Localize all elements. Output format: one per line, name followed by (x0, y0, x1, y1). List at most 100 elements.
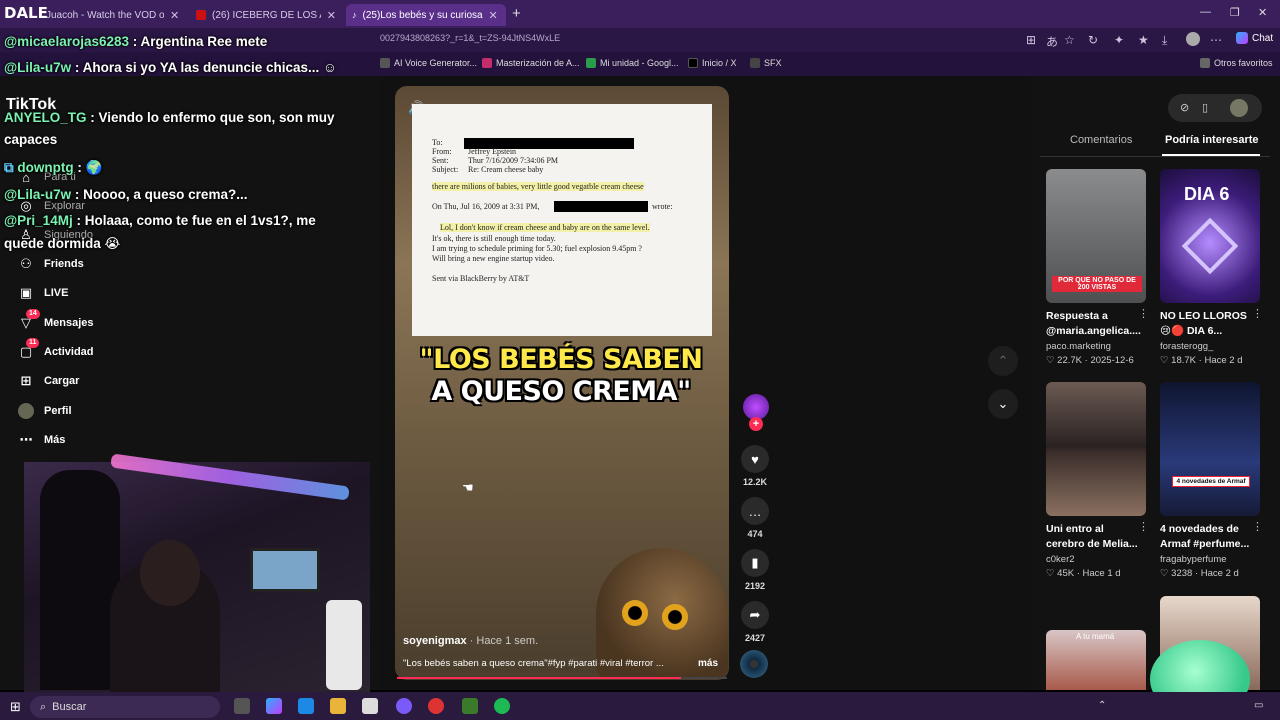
phone-icon[interactable]: ▯ (1202, 101, 1208, 114)
card-author[interactable]: c0ker2 (1046, 554, 1075, 565)
avatar[interactable] (1230, 99, 1248, 117)
card-title-line2[interactable]: cerebro de Melia... (1046, 537, 1146, 552)
activity-badge: 11 (26, 338, 40, 348)
chat-message: @Lila-u7w : Ahora si yo YA las denuncie … (4, 60, 337, 75)
nav-profile[interactable]: Perfil (18, 403, 72, 419)
card-title-line2[interactable]: Armaf #perfume... (1160, 537, 1260, 552)
nav-more[interactable]: ⋯ Más (18, 432, 66, 447)
obs-icon[interactable] (428, 698, 444, 714)
bookmark-x[interactable]: Inicio / X (688, 58, 737, 68)
copilot-icon[interactable] (266, 698, 282, 714)
follow-plus-icon[interactable]: + (749, 417, 763, 431)
bookmark-masterizacion[interactable]: Masterización de A... (482, 58, 580, 68)
tab-title: Juacoh - Watch the VOD on Kick (46, 9, 164, 21)
owl-eye (622, 600, 648, 626)
share-action[interactable]: ➦ 2427 (740, 601, 770, 643)
next-video-button[interactable]: ⌄ (988, 389, 1018, 419)
card-more-icon[interactable]: ⋮ (1252, 520, 1263, 533)
extensions-icon[interactable]: ✦ (1114, 33, 1124, 47)
emote-icon: ⧉ (4, 160, 14, 175)
translate-icon[interactable]: あ (1046, 33, 1058, 50)
close-tab-icon[interactable]: ✕ (327, 9, 336, 22)
tools-icon[interactable]: ⊘ (1180, 101, 1189, 114)
taskbar-search[interactable]: ⌕ Buscar (30, 696, 220, 718)
google-drive-icon (586, 58, 596, 68)
save-action[interactable]: ▮ 2192 (740, 549, 770, 591)
emoji-icon: ☺ (323, 60, 337, 75)
new-tab-button[interactable]: + (512, 5, 521, 22)
browser-tab-tiktok[interactable]: ♪ (25)Los bebés y su curiosa conexi ✕ (346, 4, 506, 26)
browser-tab-kick[interactable]: Juacoh - Watch the VOD on Kick ✕ (40, 4, 186, 26)
card-title[interactable]: NO LEO LLOROS (1160, 309, 1260, 324)
card-more-icon[interactable]: ⋮ (1138, 307, 1149, 320)
download-icon[interactable]: ⤓ (1162, 33, 1167, 48)
minimize-icon[interactable]: — (1200, 6, 1211, 18)
spotify-icon[interactable] (494, 698, 510, 714)
card-title[interactable]: Respuesta a (1046, 309, 1146, 324)
bookmark-icon[interactable]: ▮ (741, 549, 769, 577)
tray-chevron-icon[interactable]: ⌃ (1098, 700, 1106, 711)
comment-count: 474 (747, 529, 763, 539)
restore-icon[interactable]: ❐ (1230, 6, 1240, 19)
nav-live[interactable]: ▣ LIVE (18, 285, 69, 300)
card-more-icon[interactable]: ⋮ (1138, 520, 1149, 533)
profile-avatar[interactable] (1186, 32, 1200, 46)
card-title-line2[interactable]: @maria.angelica.... (1046, 324, 1146, 339)
chat-user: ANYELO_TG (4, 110, 87, 125)
card-more-icon[interactable]: ⋮ (1252, 307, 1263, 320)
minecraft-icon[interactable] (462, 698, 478, 714)
task-view-icon[interactable] (234, 698, 250, 714)
tab-suggested[interactable]: Podría interesarte (1165, 134, 1259, 146)
like-action[interactable]: ♥ 12.2K (740, 445, 770, 487)
card-author[interactable]: paco.marketing (1046, 341, 1111, 352)
comment-action[interactable]: … 474 (740, 497, 770, 539)
browser-tab-youtube[interactable]: (26) ICEBERG DE LOS ARCHIVOS E ✕ (190, 4, 342, 26)
previous-video-button[interactable]: ⌃ (988, 346, 1018, 376)
card-title[interactable]: 4 novedades de (1160, 522, 1260, 537)
tab-comments[interactable]: Comentarios (1070, 134, 1132, 146)
refresh-icon[interactable]: ↻ (1088, 33, 1098, 47)
notifications-icon[interactable]: ▭ (1254, 700, 1263, 711)
share-icon[interactable]: ➦ (741, 601, 769, 629)
card-thumbnail[interactable] (1046, 382, 1146, 516)
card-thumbnail[interactable] (1160, 382, 1260, 516)
nav-friends[interactable]: ⚇ Friends (18, 256, 84, 271)
other-bookmarks[interactable]: Otros favoritos (1200, 58, 1273, 68)
chat-user: @Pri_14Mj (4, 213, 73, 228)
edge-icon[interactable] (298, 698, 314, 714)
close-window-icon[interactable]: ✕ (1258, 6, 1267, 19)
file-explorer-icon[interactable] (330, 698, 346, 714)
favorites-icon[interactable]: ★ (1138, 33, 1149, 47)
bookmark-sfx[interactable]: SFX (750, 58, 782, 68)
nav-upload[interactable]: ⊞ Cargar (18, 373, 80, 388)
chat-text: quede dormida (4, 236, 101, 251)
card-author[interactable]: fragabyperfume (1160, 554, 1227, 565)
store-icon[interactable] (362, 698, 378, 714)
video-more-link[interactable]: más (698, 658, 718, 669)
card-author[interactable]: forasterogg_ (1160, 341, 1213, 352)
bookmark-ai-voice[interactable]: AI Voice Generator... (380, 58, 477, 68)
bookmark-drive[interactable]: Mi unidad - Googl... (586, 58, 679, 68)
card-title-line2[interactable]: 😢🔴 DIA 6... (1160, 324, 1260, 339)
close-tab-icon[interactable]: ✕ (170, 9, 179, 22)
video-author[interactable]: soyenigmax · Hace 1 sem. (403, 635, 538, 647)
app-icon[interactable]: ⊞ (1026, 33, 1036, 47)
nav-messages[interactable]: ▽ 14 Mensajes (18, 309, 94, 330)
heart-outline-icon: ♡ (1160, 568, 1169, 579)
live-icon: ▣ (19, 285, 33, 300)
close-tab-icon[interactable]: ✕ (489, 9, 498, 22)
more-icon[interactable]: ⋯ (1210, 33, 1222, 47)
chat-button[interactable]: Chat (1236, 32, 1273, 44)
card-meta: ♡ 18.7K · Hace 2 d (1160, 355, 1243, 366)
favorite-star-icon[interactable]: ☆ (1064, 33, 1075, 47)
card-title[interactable]: Uni entro al (1046, 522, 1146, 537)
bookmark-label: Mi unidad - Googl... (600, 58, 679, 68)
music-disc-icon[interactable] (740, 650, 768, 678)
url-field[interactable]: 0027943808263?_r=1&_t=ZS-94JtNS4WxLE (380, 33, 560, 43)
windows-start-icon[interactable]: ⊞ (10, 699, 21, 715)
video-age: · Hace 1 sem. (469, 635, 539, 647)
nav-activity[interactable]: ▢ 11 Actividad (18, 338, 94, 359)
heart-icon[interactable]: ♥ (741, 445, 769, 473)
discord-icon[interactable] (396, 698, 412, 714)
comment-icon[interactable]: … (741, 497, 769, 525)
